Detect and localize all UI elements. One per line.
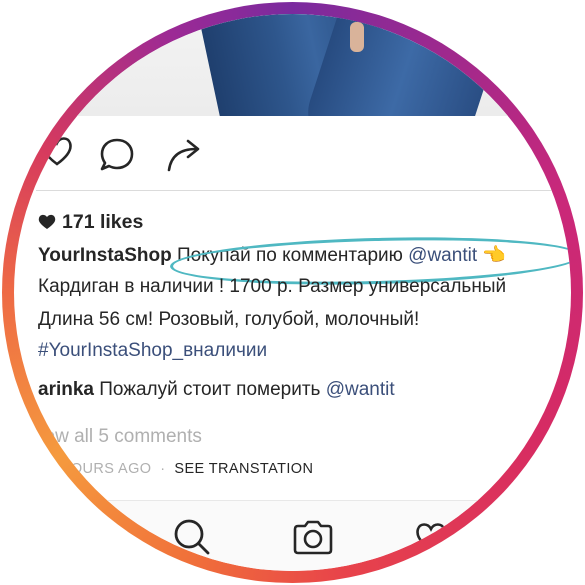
caption-username[interactable]: YourInstaShop — [38, 245, 172, 266]
filled-heart-icon — [38, 213, 56, 236]
circle-frame: 171 likes YourInstaShop Покупай по комме… — [14, 14, 571, 571]
post-content: 171 likes YourInstaShop Покупай по комме… — [14, 14, 571, 571]
comment-icon[interactable] — [98, 136, 136, 179]
caption-line-2: Кардиган в наличии ! 1700 р. Размер унив… — [38, 276, 507, 297]
post-actions-bar — [14, 132, 571, 176]
comment-username[interactable]: arinka — [38, 379, 94, 400]
actions-divider — [36, 190, 566, 191]
post-photo[interactable] — [14, 14, 571, 116]
post-meta: HOURS AGO · SEE TRANSTATION — [60, 461, 313, 477]
time-ago: HOURS AGO — [60, 461, 152, 477]
camera-icon[interactable] — [292, 519, 334, 560]
likes-text: 171 likes — [62, 211, 144, 233]
meta-separator: · — [155, 461, 170, 477]
likes-count[interactable]: 171 likes — [38, 211, 143, 236]
share-icon[interactable] — [166, 138, 204, 177]
bottom-nav-bar — [14, 500, 571, 571]
photo-hand — [350, 22, 364, 52]
see-translation-link[interactable]: SEE TRANSTATION — [174, 461, 313, 477]
heart-icon[interactable] — [414, 521, 448, 558]
search-icon[interactable] — [172, 517, 212, 562]
caption-hashtag[interactable]: #YourInstaShop_вналичии — [38, 340, 267, 362]
caption-line-3: Длина 56 см! Розовый, голубой, молочный! — [38, 309, 420, 330]
comment-row: arinka Пожалуй стоит померить @wantit — [38, 379, 395, 401]
comment-mention[interactable]: @wantit — [326, 379, 395, 400]
heart-outline-icon[interactable] — [40, 134, 74, 173]
comment-text: Пожалуй стоит померить — [93, 379, 326, 400]
view-all-comments-link[interactable]: View all 5 comments — [28, 426, 202, 448]
